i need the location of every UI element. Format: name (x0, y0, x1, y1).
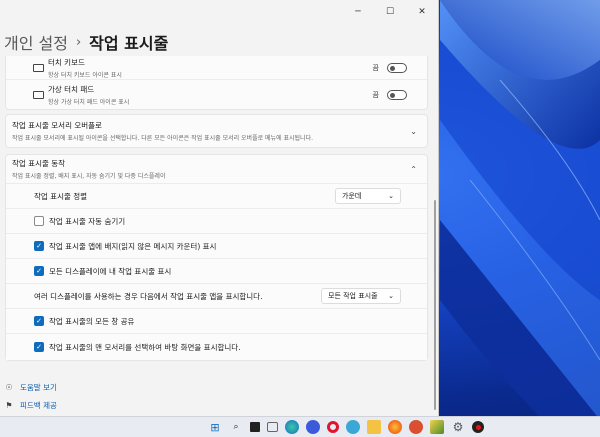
multi-display-value: 모든 작업 표시줄 (328, 292, 378, 300)
toggle-state-label: 끔 (372, 90, 379, 99)
alignment-dropdown[interactable]: 가운데 ⌄ (335, 188, 401, 204)
opera-icon[interactable] (327, 421, 339, 433)
explorer-icon[interactable] (367, 420, 381, 434)
keyboard-icon (33, 63, 44, 72)
touch-items-card: 터치 키보드 항상 터치 키보드 아이콘 표시 끔 가상 터치 패드 항상 가상… (5, 56, 428, 110)
touch-keyboard-row: 터치 키보드 항상 터치 키보드 아이콘 표시 끔 (6, 56, 427, 79)
chat-icon[interactable] (267, 422, 278, 432)
virtual-touchpad-toggle-group: 끔 (372, 89, 407, 100)
multi-display-label: 여러 디스플레이를 사용하는 경우 다음에서 작업 표시줄 앱을 표시합니다. (34, 291, 263, 301)
close-button[interactable]: ✕ (406, 0, 438, 24)
behaviors-title: 작업 표시줄 동작 (12, 159, 66, 168)
task-view-icon[interactable] (250, 422, 260, 432)
virtual-touchpad-toggle[interactable] (387, 89, 407, 100)
touch-keyboard-toggle[interactable] (387, 62, 407, 73)
app-icon[interactable] (409, 420, 423, 434)
show-desktop-label: 작업 표시줄의 맨 모서리를 선택하여 바탕 화면을 표시합니다. (49, 342, 241, 352)
checkbox-row[interactable]: ✓ 작업 표시줄의 맨 모서리를 선택하여 바탕 화면을 표시합니다. (6, 333, 427, 360)
toggle-state-label: 끔 (372, 63, 379, 72)
title-bar: ─ ☐ ✕ (0, 0, 438, 24)
chat-bubble-icon[interactable] (306, 420, 320, 434)
show-desktop-checkbox[interactable]: ✓ (34, 342, 44, 352)
alignment-row: 작업 표시줄 정렬 가운데 ⌄ (6, 183, 427, 208)
chevron-up-icon: ⌃ (410, 164, 417, 174)
badges-label: 작업 표시줄 앱에 배지(읽지 않은 메시지 카운터) 표시 (49, 241, 217, 251)
alignment-value: 가운데 (342, 192, 362, 200)
behaviors-header[interactable]: 작업 표시줄 동작 작업 표시줄 정렬, 배지 표시, 자동 숨기기 및 다중 … (6, 155, 427, 183)
touch-keyboard-title: 터치 키보드 (48, 57, 85, 67)
badges-checkbox[interactable]: ✓ (34, 241, 44, 251)
share-windows-label: 작업 표시줄의 모든 창 공유 (49, 316, 135, 326)
feedback-link[interactable]: ⚑ 피드백 제공 (4, 396, 57, 414)
settings-window: ─ ☐ ✕ 개인 설정 › 작업 표시줄 터치 키보드 항상 터치 키보드 아이… (0, 0, 439, 416)
chevron-down-icon: ⌄ (388, 192, 394, 200)
feedback-icon: ⚑ (5, 400, 13, 410)
firefox-icon[interactable] (388, 420, 402, 434)
share-windows-checkbox[interactable]: ✓ (34, 316, 44, 326)
search-icon[interactable]: ⌕ (229, 420, 243, 434)
all-displays-checkbox[interactable]: ✓ (34, 266, 44, 276)
overflow-subtitle: 작업 표시줄 모서리에 표시될 아이콘을 선택합니다. 다른 모든 아이콘은 작… (12, 135, 313, 142)
chevron-down-icon: ⌄ (388, 292, 394, 300)
virtual-touchpad-title: 가상 터치 패드 (48, 84, 95, 94)
all-displays-label: 모든 디스플레이에 내 작업 표시줄 표시 (49, 266, 172, 276)
breadcrumb-separator: › (75, 34, 82, 50)
touchpad-icon (33, 90, 44, 99)
multi-display-dropdown[interactable]: 모든 작업 표시줄 ⌄ (321, 288, 401, 304)
record-icon[interactable] (472, 421, 484, 433)
minimize-button[interactable]: ─ (342, 0, 374, 24)
touch-keyboard-toggle-group: 끔 (372, 62, 407, 73)
help-link[interactable]: ☉ 도움말 보기 (4, 378, 57, 396)
scrollbar[interactable] (434, 200, 436, 410)
auto-hide-label: 작업 표시줄 자동 숨기기 (49, 216, 126, 226)
feedback-label: 피드백 제공 (20, 400, 57, 410)
multi-display-row: 여러 디스플레이를 사용하는 경우 다음에서 작업 표시줄 앱을 표시합니다. … (6, 283, 427, 308)
breadcrumb-parent[interactable]: 개인 설정 (4, 30, 68, 54)
maximize-button[interactable]: ☐ (374, 0, 406, 24)
start-icon[interactable]: ⊞ (208, 420, 222, 434)
alignment-label: 작업 표시줄 정렬 (34, 191, 88, 201)
behaviors-section: 작업 표시줄 동작 작업 표시줄 정렬, 배지 표시, 자동 숨기기 및 다중 … (5, 154, 428, 361)
settings-icon[interactable]: ⚙ (451, 420, 465, 434)
checkbox-row[interactable]: 작업 표시줄 자동 숨기기 (6, 208, 427, 233)
auto-hide-checkbox[interactable] (34, 216, 44, 226)
virtual-touchpad-row: 가상 터치 패드 항상 가상 터치 패드 아이콘 표시 끔 (6, 79, 427, 109)
help-label: 도움말 보기 (20, 382, 57, 392)
touch-keyboard-subtitle: 항상 터치 키보드 아이콘 표시 (48, 71, 122, 79)
edge-icon[interactable] (285, 420, 299, 434)
breadcrumb: 개인 설정 › 작업 표시줄 (4, 30, 168, 54)
virtual-touchpad-subtitle: 항상 가상 터치 패드 아이콘 표시 (48, 98, 130, 106)
app-icon[interactable] (430, 420, 444, 434)
checkbox-row[interactable]: ✓ 모든 디스플레이에 내 작업 표시줄 표시 (6, 258, 427, 283)
page-title: 작업 표시줄 (89, 34, 169, 53)
taskbar: ⊞ ⌕ ⚙ (0, 416, 600, 437)
help-icon: ☉ (5, 382, 13, 392)
chevron-down-icon: ⌄ (410, 126, 417, 136)
footer-links: ☉ 도움말 보기 ⚑ 피드백 제공 (4, 378, 57, 414)
overflow-section[interactable]: 작업 표시줄 모서리 오버플로 작업 표시줄 모서리에 표시될 아이콘을 선택합… (5, 114, 428, 148)
overflow-title: 작업 표시줄 모서리 오버플로 (12, 121, 102, 130)
checkbox-row[interactable]: ✓ 작업 표시줄의 모든 창 공유 (6, 308, 427, 333)
checkbox-row[interactable]: ✓ 작업 표시줄 앱에 배지(읽지 않은 메시지 카운터) 표시 (6, 233, 427, 258)
behaviors-subtitle: 작업 표시줄 정렬, 배지 표시, 자동 숨기기 및 다중 디스플레이 (12, 173, 166, 180)
settings-content: 터치 키보드 항상 터치 키보드 아이콘 표시 끔 가상 터치 패드 항상 가상… (0, 56, 432, 361)
browser-icon[interactable] (346, 420, 360, 434)
